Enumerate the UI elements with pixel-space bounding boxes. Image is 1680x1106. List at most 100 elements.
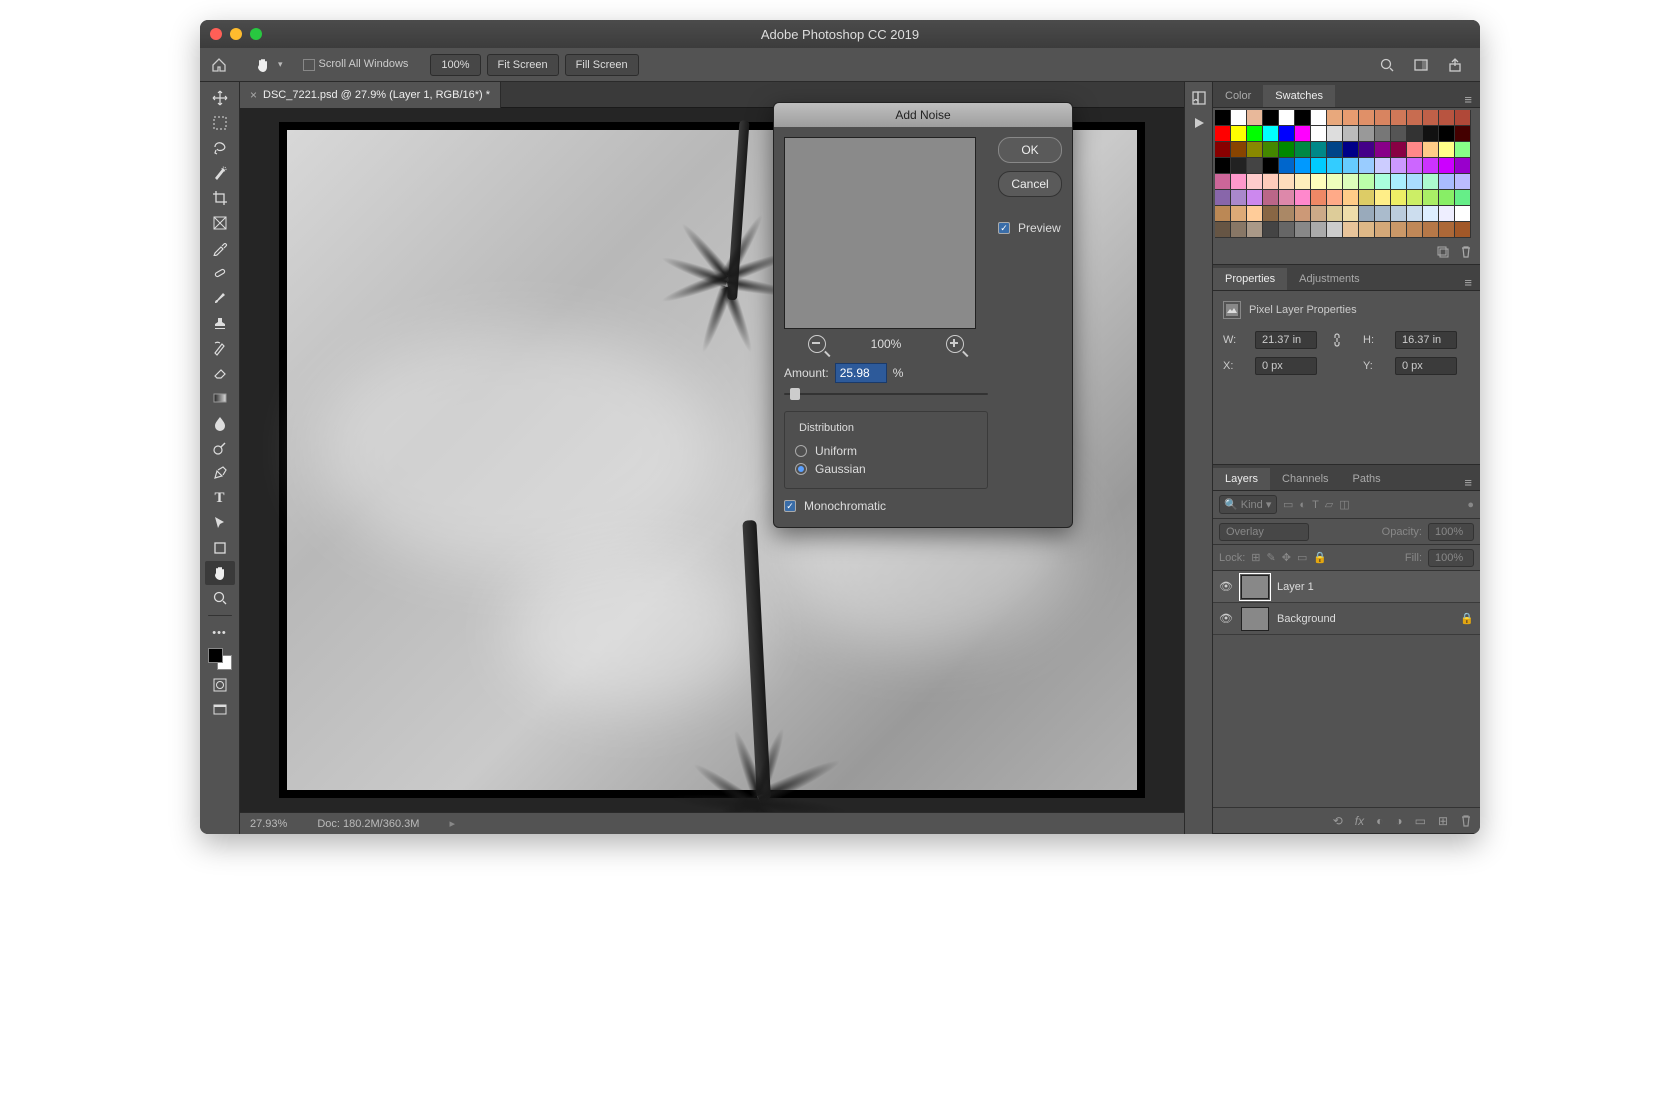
- monochromatic-checkbox[interactable]: Monochromatic: [784, 499, 988, 513]
- status-doc-size[interactable]: Doc: 180.2M/360.3M: [317, 818, 419, 830]
- layer-row[interactable]: 👁 Layer 1: [1213, 571, 1480, 603]
- swatch[interactable]: [1295, 126, 1311, 142]
- shape-tool-icon[interactable]: [205, 536, 235, 560]
- swatch[interactable]: [1343, 174, 1359, 190]
- visibility-icon[interactable]: 👁: [1219, 580, 1233, 593]
- swatch[interactable]: [1263, 110, 1279, 126]
- panel-menu-icon[interactable]: ≡: [1456, 275, 1480, 290]
- swatch[interactable]: [1215, 206, 1231, 222]
- swatch[interactable]: [1295, 222, 1311, 238]
- swatch[interactable]: [1391, 206, 1407, 222]
- swatch[interactable]: [1391, 126, 1407, 142]
- layer-row[interactable]: 👁 Background 🔒: [1213, 603, 1480, 635]
- swatch[interactable]: [1439, 190, 1455, 206]
- fit-screen-button[interactable]: Fit Screen: [487, 54, 559, 76]
- swatch[interactable]: [1263, 222, 1279, 238]
- swatch[interactable]: [1359, 206, 1375, 222]
- swatch[interactable]: [1407, 158, 1423, 174]
- lock-trans-icon[interactable]: ⊞: [1251, 551, 1260, 564]
- tab-layers[interactable]: Layers: [1213, 468, 1270, 490]
- swatch[interactable]: [1423, 222, 1439, 238]
- swatch[interactable]: [1359, 142, 1375, 158]
- swatch[interactable]: [1263, 190, 1279, 206]
- swatch[interactable]: [1375, 142, 1391, 158]
- swatch[interactable]: [1343, 158, 1359, 174]
- swatch[interactable]: [1455, 206, 1471, 222]
- swatch[interactable]: [1327, 222, 1343, 238]
- swatch[interactable]: [1391, 142, 1407, 158]
- hand-tool-icon[interactable]: [252, 54, 274, 76]
- quick-select-tool-icon[interactable]: [205, 161, 235, 185]
- swatch[interactable]: [1407, 126, 1423, 142]
- cancel-button[interactable]: Cancel: [998, 171, 1062, 197]
- delete-layer-icon[interactable]: [1460, 814, 1472, 828]
- screen-mode-icon[interactable]: [205, 698, 235, 722]
- status-arrow-icon[interactable]: ▸: [449, 817, 455, 830]
- swatch[interactable]: [1231, 126, 1247, 142]
- swatch-grid[interactable]: [1213, 108, 1480, 240]
- swatch[interactable]: [1455, 190, 1471, 206]
- swatch[interactable]: [1439, 110, 1455, 126]
- swatch[interactable]: [1375, 190, 1391, 206]
- swatch[interactable]: [1343, 126, 1359, 142]
- height-value[interactable]: 16.37 in: [1395, 331, 1457, 349]
- noise-preview[interactable]: [784, 137, 976, 329]
- swatch[interactable]: [1343, 110, 1359, 126]
- swatch[interactable]: [1311, 158, 1327, 174]
- dodge-tool-icon[interactable]: [205, 436, 235, 460]
- dialog-title[interactable]: Add Noise: [774, 103, 1072, 127]
- swatch[interactable]: [1279, 158, 1295, 174]
- panel-menu-icon[interactable]: ≡: [1456, 475, 1480, 490]
- opacity-value[interactable]: 100%: [1428, 523, 1474, 541]
- swatch[interactable]: [1311, 190, 1327, 206]
- swatch[interactable]: [1343, 222, 1359, 238]
- swatch[interactable]: [1423, 190, 1439, 206]
- visibility-icon[interactable]: 👁: [1219, 612, 1233, 625]
- lock-pos-icon[interactable]: ✥: [1282, 551, 1291, 564]
- filter-image-icon[interactable]: ▭: [1283, 498, 1293, 511]
- hand-tool-icon-active[interactable]: [205, 561, 235, 585]
- filter-shape-icon[interactable]: ▱: [1325, 498, 1333, 511]
- swatch[interactable]: [1295, 174, 1311, 190]
- swatch[interactable]: [1391, 110, 1407, 126]
- close-tab-icon[interactable]: ×: [250, 88, 257, 102]
- swatch[interactable]: [1263, 142, 1279, 158]
- swatch[interactable]: [1311, 110, 1327, 126]
- swatch[interactable]: [1263, 158, 1279, 174]
- filter-type-icon[interactable]: T: [1312, 499, 1319, 511]
- swatch[interactable]: [1439, 126, 1455, 142]
- swatch[interactable]: [1455, 174, 1471, 190]
- type-tool-icon[interactable]: T: [205, 486, 235, 510]
- path-select-tool-icon[interactable]: [205, 511, 235, 535]
- swatch[interactable]: [1327, 206, 1343, 222]
- swatch[interactable]: [1279, 190, 1295, 206]
- crop-tool-icon[interactable]: [205, 186, 235, 210]
- swatch[interactable]: [1343, 206, 1359, 222]
- swatch[interactable]: [1423, 158, 1439, 174]
- minimize-window-button[interactable]: [230, 28, 242, 40]
- link-dimensions-icon[interactable]: [1331, 333, 1349, 347]
- tab-properties[interactable]: Properties: [1213, 268, 1287, 290]
- maximize-window-button[interactable]: [250, 28, 262, 40]
- swatch[interactable]: [1455, 142, 1471, 158]
- search-icon[interactable]: [1376, 54, 1398, 76]
- filter-smart-icon[interactable]: ◫: [1339, 498, 1349, 511]
- swatch[interactable]: [1407, 142, 1423, 158]
- swatch[interactable]: [1327, 126, 1343, 142]
- panel-menu-icon[interactable]: ≡: [1456, 92, 1480, 107]
- eraser-tool-icon[interactable]: [205, 361, 235, 385]
- swatch[interactable]: [1215, 222, 1231, 238]
- eyedropper-tool-icon[interactable]: [205, 236, 235, 260]
- move-tool-icon[interactable]: [205, 86, 235, 110]
- swatch[interactable]: [1279, 222, 1295, 238]
- swatch[interactable]: [1247, 222, 1263, 238]
- swatch[interactable]: [1327, 158, 1343, 174]
- swatch[interactable]: [1439, 206, 1455, 222]
- x-value[interactable]: 0 px: [1255, 357, 1317, 375]
- swatch[interactable]: [1327, 142, 1343, 158]
- swatch[interactable]: [1391, 174, 1407, 190]
- swatch[interactable]: [1311, 206, 1327, 222]
- filter-toggle-icon[interactable]: ●: [1467, 499, 1474, 511]
- swatch[interactable]: [1375, 174, 1391, 190]
- color-swatches-tool[interactable]: [205, 646, 235, 672]
